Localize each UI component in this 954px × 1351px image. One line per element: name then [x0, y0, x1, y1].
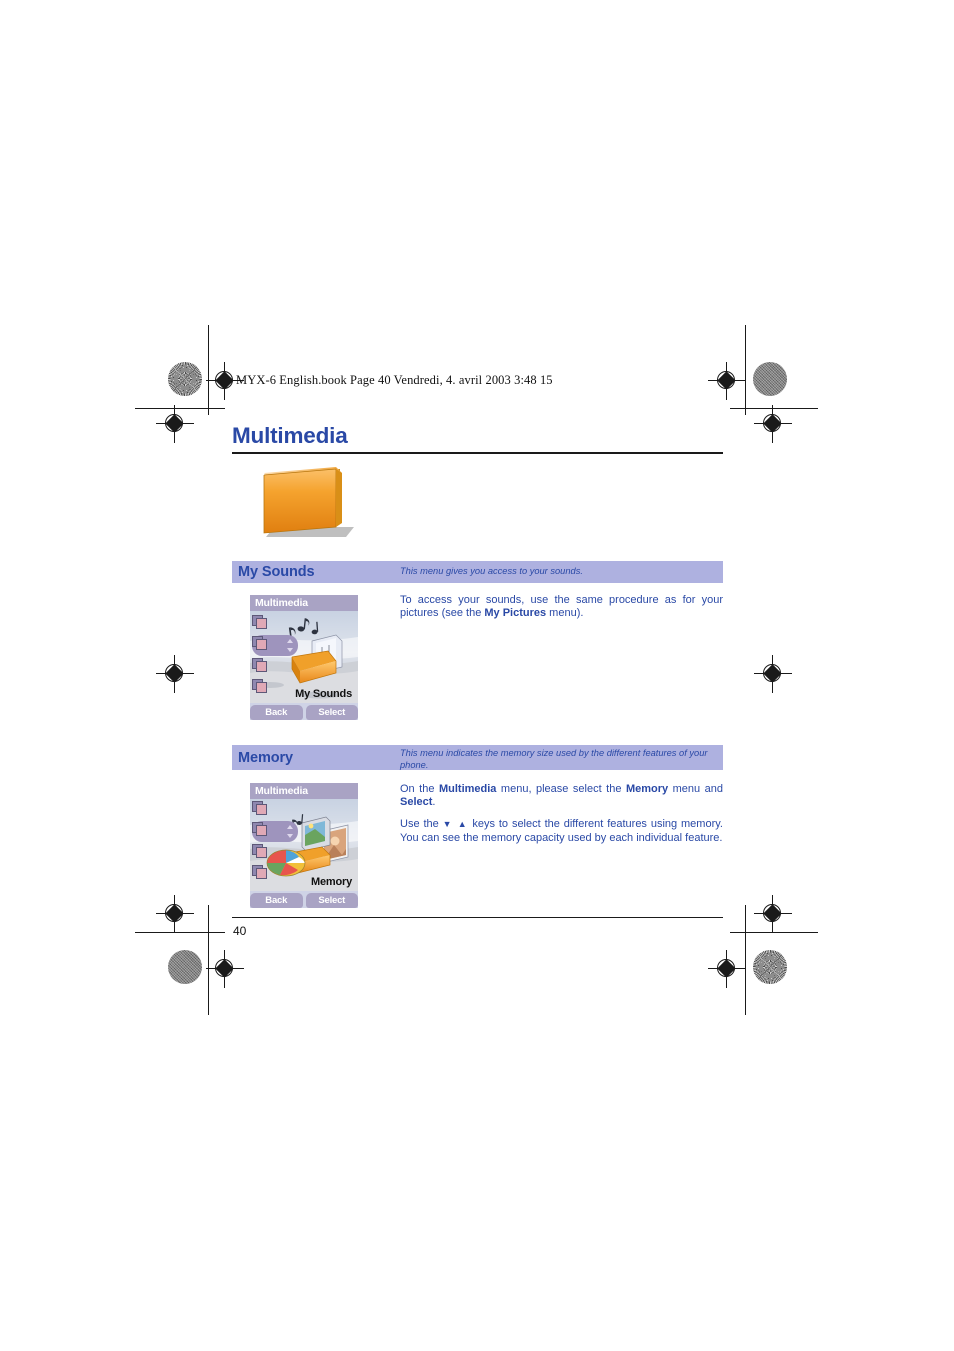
section-header-my-sounds: My Sounds This menu gives you access to …	[232, 561, 723, 583]
rail-icon-memory[interactable]	[252, 864, 269, 881]
rail-icon-my-pictures[interactable]	[252, 800, 269, 817]
rail-icon-slideshow[interactable]	[252, 657, 269, 674]
registration-target-left-upper	[156, 405, 194, 443]
registration-target-top-right	[708, 362, 746, 400]
paragraph: To access your sounds, use the same proc…	[400, 594, 723, 620]
phone-titlebar-my-sounds: Multimedia	[250, 595, 358, 611]
registration-target-right-upper	[754, 405, 792, 443]
registration-target-right-lower	[754, 895, 792, 933]
phone-icon-rail-memory	[252, 800, 298, 885]
text-run: menu, please select the	[496, 783, 626, 795]
text-run: .	[432, 796, 436, 809]
registration-target-right-middle	[754, 655, 792, 693]
text-run: Use the	[400, 818, 443, 831]
running-header: MYX-6 English.book Page 40 Vendredi, 4. …	[236, 373, 553, 387]
text-run-bold: Select	[400, 796, 433, 809]
rail-icon-slideshow[interactable]	[252, 843, 269, 860]
rail-icon-my-pictures[interactable]	[252, 614, 269, 631]
text-run: On the	[400, 783, 439, 795]
scroll-up-arrow-icon	[287, 639, 293, 643]
softkey-select[interactable]: Select	[305, 705, 358, 720]
rail-icon-memory[interactable]	[252, 678, 269, 695]
page-title: Multimedia	[232, 423, 348, 448]
section-description-my-sounds: This menu gives you access to your sound…	[400, 566, 583, 576]
phone-screenshot-memory: Multimedia Memory Back Select	[250, 783, 358, 908]
page-number: 40	[233, 924, 247, 938]
section-description-memory: This menu indicates the memory size used…	[400, 748, 708, 770]
softkey-back[interactable]: Back	[250, 705, 303, 720]
phone-softkeys-my-sounds: Back Select	[250, 705, 358, 720]
paragraph: Use the ▼ ▲ keys to select the different…	[400, 818, 723, 844]
halftone-patch-bottom-left	[168, 950, 202, 984]
text-run-bold: Memory	[625, 783, 669, 795]
halftone-patch-top-left	[168, 362, 202, 396]
softkey-back[interactable]: Back	[250, 893, 303, 908]
phone-icon-rail-my-sounds	[252, 614, 298, 699]
phone-softkeys-memory: Back Select	[250, 893, 358, 908]
body-text-my-sounds: To access your sounds, use the same proc…	[400, 594, 723, 620]
halftone-patch-top-right	[753, 362, 787, 396]
softkey-select[interactable]: Select	[305, 893, 358, 908]
phone-caption-memory: Memory	[311, 876, 352, 888]
paragraph: On the Multimedia menu, please select th…	[400, 783, 723, 809]
registration-target-left-lower	[156, 895, 194, 933]
scroll-down-arrow-icon	[287, 648, 293, 652]
text-run: menu).	[546, 607, 584, 620]
registration-target-left-middle	[156, 655, 194, 693]
registration-target-bottom-right	[708, 950, 746, 988]
phone-screenshot-my-sounds: Multimedia My Sounds Back Select	[250, 595, 358, 720]
section-title-my-sounds: My Sounds	[238, 564, 315, 580]
text-run-bold: My Pictures	[484, 607, 547, 620]
multimedia-folder-icon	[258, 465, 358, 543]
phone-caption-my-sounds: My Sounds	[295, 688, 352, 700]
text-run-bold: Multimedia	[438, 783, 497, 795]
scroll-up-arrow-icon	[287, 825, 293, 829]
page-sheet: MYX-6 English.book Page 40 Vendredi, 4. …	[0, 0, 954, 1351]
registration-target-bottom-left	[206, 950, 244, 988]
rail-icon-my-sounds[interactable]	[252, 635, 269, 652]
section-title-memory: Memory	[238, 750, 293, 766]
body-text-memory: On the Multimedia menu, please select th…	[400, 783, 723, 845]
footer-rule	[232, 917, 723, 919]
phone-titlebar-memory: Multimedia	[250, 783, 358, 799]
scroll-down-arrow-icon	[287, 834, 293, 838]
section-header-memory: Memory This menu indicates the memory si…	[232, 745, 723, 770]
rail-icon-my-sounds[interactable]	[252, 821, 269, 838]
title-rule	[232, 452, 723, 454]
navigation-arrow-keys-icon: ▼ ▲	[442, 819, 469, 830]
text-run: menu and	[668, 783, 724, 795]
halftone-patch-bottom-right	[753, 950, 787, 984]
